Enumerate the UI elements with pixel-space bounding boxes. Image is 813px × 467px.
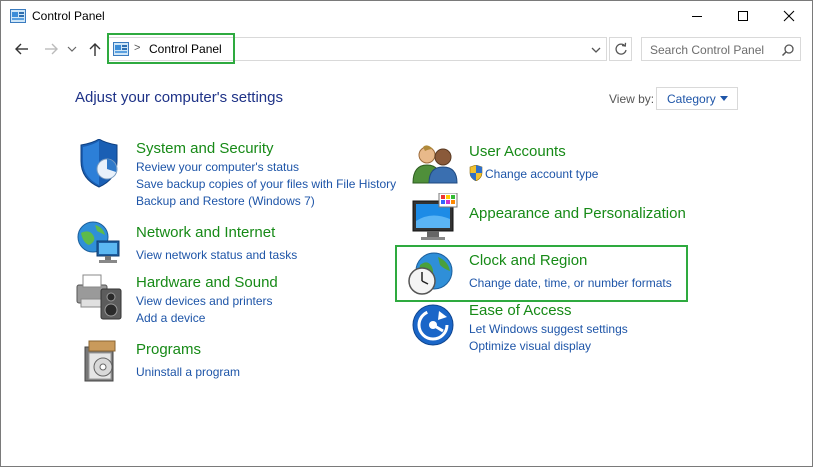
link-backup-restore[interactable]: Backup and Restore (Windows 7): [136, 194, 315, 208]
window-title: Control Panel: [32, 9, 105, 23]
link-suggest-settings[interactable]: Let Windows suggest settings: [469, 322, 628, 336]
forward-button[interactable]: [41, 39, 61, 59]
network-globe-icon[interactable]: [75, 219, 123, 272]
forward-arrow-icon: [45, 43, 58, 55]
up-arrow-icon: [89, 43, 101, 56]
chevron-down-icon: [591, 47, 601, 53]
refresh-icon: [614, 42, 627, 55]
users-icon[interactable]: [411, 143, 459, 190]
link-add-device[interactable]: Add a device: [136, 311, 205, 325]
ease-of-access-icon[interactable]: [411, 303, 455, 352]
refresh-button[interactable]: [609, 37, 632, 61]
category-title-programs[interactable]: Programs: [136, 341, 201, 358]
close-icon: [783, 10, 795, 22]
minimize-icon: [692, 16, 702, 17]
category-title-hardware[interactable]: Hardware and Sound: [136, 274, 278, 291]
clock-region-highlight-box: [395, 245, 688, 302]
control-panel-window: Control Panel > Control Panel Search Con…: [0, 0, 813, 467]
maximize-icon: [738, 11, 748, 21]
category-title-appearance[interactable]: Appearance and Personalization: [469, 205, 686, 222]
search-icon[interactable]: [781, 43, 795, 62]
chevron-down-icon: [67, 46, 77, 52]
view-by-label: View by:: [609, 92, 655, 106]
link-network-status[interactable]: View network status and tasks: [136, 248, 297, 262]
address-highlight-box: [107, 33, 235, 64]
address-history-button[interactable]: [590, 43, 602, 61]
minimize-button[interactable]: [674, 1, 720, 31]
back-button[interactable]: [12, 39, 32, 59]
category-title-system[interactable]: System and Security: [136, 140, 274, 157]
link-file-history[interactable]: Save backup copies of your files with Fi…: [136, 177, 396, 191]
link-change-account-type[interactable]: Change account type: [485, 167, 598, 181]
close-button[interactable]: [766, 1, 812, 31]
category-title-users[interactable]: User Accounts: [469, 143, 566, 160]
recent-locations-button[interactable]: [65, 39, 79, 59]
link-optimize-display[interactable]: Optimize visual display: [469, 339, 591, 353]
printer-speaker-icon[interactable]: [75, 271, 125, 328]
up-button[interactable]: [85, 39, 105, 59]
category-title-network[interactable]: Network and Internet: [136, 224, 275, 241]
control-panel-icon: [10, 9, 26, 28]
link-devices-printers[interactable]: View devices and printers: [136, 294, 273, 308]
view-by-value: Category: [667, 92, 716, 106]
search-input[interactable]: Search Control Panel: [641, 37, 801, 61]
link-uninstall-program[interactable]: Uninstall a program: [136, 365, 240, 379]
category-title-ease[interactable]: Ease of Access: [469, 302, 572, 319]
link-review-status[interactable]: Review your computer's status: [136, 160, 299, 174]
programs-box-icon[interactable]: [79, 337, 123, 390]
page-title: Adjust your computer's settings: [75, 89, 283, 106]
title-bar[interactable]: Control Panel: [1, 1, 812, 31]
dropdown-caret-icon: [720, 96, 728, 101]
uac-shield-icon: [469, 164, 483, 186]
maximize-button[interactable]: [720, 1, 766, 31]
search-placeholder: Search Control Panel: [650, 43, 765, 57]
back-arrow-icon: [15, 43, 28, 55]
view-by-dropdown[interactable]: Category: [656, 87, 738, 110]
shield-icon[interactable]: [75, 138, 123, 194]
monitor-palette-icon[interactable]: [411, 192, 459, 248]
